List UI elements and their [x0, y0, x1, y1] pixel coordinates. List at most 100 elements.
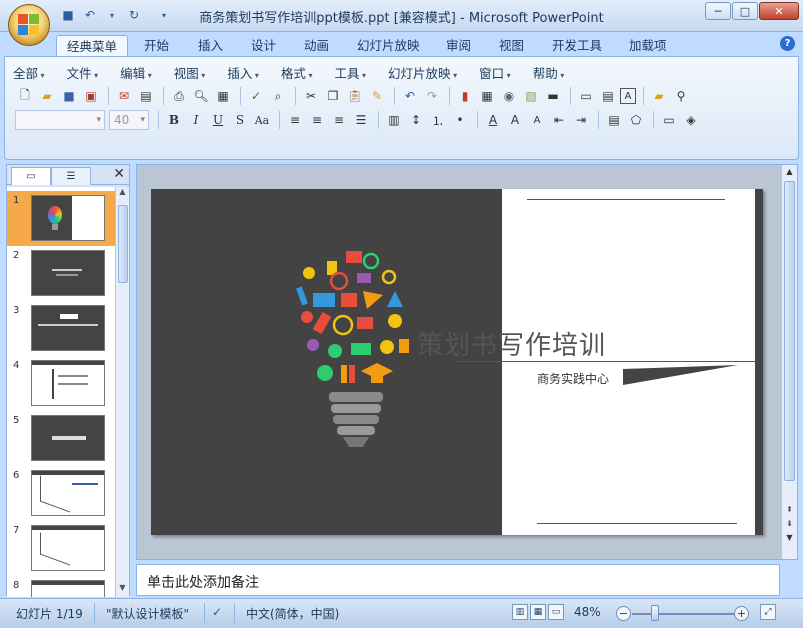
menu-edit[interactable]: 编辑: [120, 63, 152, 83]
decrease-indent-icon[interactable]: ⇤: [549, 110, 569, 130]
line-spacing-icon[interactable]: ↕: [406, 110, 426, 130]
insert-table-icon[interactable]: ▦: [477, 86, 497, 106]
tab-insert[interactable]: 插入: [188, 35, 233, 56]
clipart-icon[interactable]: ◉: [499, 86, 519, 106]
tab-slides[interactable]: ▭: [11, 167, 51, 185]
notes-pane[interactable]: 单击此处添加备注: [136, 564, 780, 596]
format-painter-icon[interactable]: ✎: [367, 86, 387, 106]
help-icon[interactable]: ?: [780, 36, 795, 51]
menu-all[interactable]: 全部: [13, 63, 45, 83]
menu-format[interactable]: 格式: [281, 63, 313, 83]
zoom-slider-thumb[interactable]: [651, 605, 659, 621]
picture-icon[interactable]: ▧: [521, 86, 541, 106]
email-icon[interactable]: ✉: [114, 86, 134, 106]
slide-subtitle[interactable]: 商务实践中心: [537, 370, 609, 387]
scroll-thumb[interactable]: [118, 205, 128, 283]
current-slide[interactable]: 策划书写作培训 商务实践中心: [151, 189, 763, 535]
tab-slideshow[interactable]: 幻灯片放映: [347, 35, 430, 56]
chart-icon[interactable]: ▮: [455, 86, 475, 106]
shapes-icon[interactable]: ⬠: [626, 110, 646, 130]
textbox-icon[interactable]: A: [620, 88, 636, 104]
slide-thumbnail[interactable]: [31, 195, 105, 241]
thumb-row[interactable]: 5: [7, 411, 115, 466]
align-center-icon[interactable]: ≡: [307, 110, 327, 130]
scroll-up-icon[interactable]: ▲: [782, 167, 797, 176]
slide-scrollbar[interactable]: ▲ ⇞ ⇟ ▼: [781, 165, 797, 559]
zoom-out-icon[interactable]: −: [616, 606, 631, 621]
tab-developer[interactable]: 开发工具: [542, 35, 612, 56]
menu-slideshow[interactable]: 幻灯片放映: [388, 63, 457, 83]
close-icon[interactable]: ✕: [113, 166, 125, 182]
shadow-icon[interactable]: S: [230, 110, 250, 130]
normal-view-icon[interactable]: ▥: [512, 604, 528, 620]
font-size-select[interactable]: 40: [109, 110, 149, 130]
thumb-row[interactable]: 6: [7, 466, 115, 521]
thumb-row[interactable]: 2: [7, 246, 115, 301]
arrange-icon[interactable]: ▭: [659, 110, 679, 130]
paste-icon[interactable]: 📋︎: [345, 86, 365, 106]
align-right-icon[interactable]: ≡: [329, 110, 349, 130]
scroll-thumb[interactable]: [784, 181, 795, 481]
scroll-down-icon[interactable]: ▼: [782, 533, 797, 542]
zoom-level[interactable]: 48%: [574, 605, 601, 619]
thumb-row[interactable]: 3: [7, 301, 115, 356]
zoom-slider-track[interactable]: [632, 613, 736, 615]
slide-thumbnail[interactable]: [31, 415, 105, 461]
grow-font-icon[interactable]: A: [505, 110, 525, 130]
slideshow-view-icon[interactable]: ▭: [548, 604, 564, 620]
justify-icon[interactable]: ☰: [351, 110, 371, 130]
menu-help[interactable]: 帮助: [533, 63, 565, 83]
menu-tools[interactable]: 工具: [334, 63, 366, 83]
spelling-icon[interactable]: ✓: [246, 86, 266, 106]
office-button[interactable]: [8, 4, 50, 46]
close-button[interactable]: ✕: [759, 2, 799, 20]
print-preview-icon[interactable]: ▤: [136, 86, 156, 106]
copy-icon[interactable]: ❐: [323, 86, 343, 106]
spelling-check-icon[interactable]: ✓: [212, 605, 222, 619]
open-icon[interactable]: ▰: [37, 86, 57, 106]
permission-icon[interactable]: ▣: [81, 86, 101, 106]
tab-addins[interactable]: 加载项: [619, 35, 677, 56]
tab-home[interactable]: 开始: [134, 35, 179, 56]
scroll-up-icon[interactable]: ▲: [116, 187, 129, 201]
columns-icon[interactable]: ▥: [384, 110, 404, 130]
language[interactable]: 中文(简体，中国): [246, 605, 339, 622]
save-icon[interactable]: ■: [59, 86, 79, 106]
font-name-select[interactable]: [15, 110, 105, 130]
new-slide-icon[interactable]: ▭: [576, 86, 596, 106]
thumbnails-scrollbar[interactable]: ▲ ▼: [115, 187, 129, 597]
slide-thumbnail[interactable]: [31, 360, 105, 406]
zoom-in-icon[interactable]: +: [734, 606, 749, 621]
tab-view[interactable]: 视图: [489, 35, 534, 56]
prev-slide-icon[interactable]: ⇞: [782, 505, 797, 514]
redo-icon[interactable]: ↷: [422, 86, 442, 106]
change-case-icon[interactable]: Aa: [252, 110, 272, 130]
undo-icon[interactable]: ↶: [400, 86, 420, 106]
color-icon[interactable]: ▬: [543, 86, 563, 106]
print-icon[interactable]: ⎙: [169, 86, 189, 106]
slide-thumbnail[interactable]: [31, 580, 105, 597]
layout-icon[interactable]: ▤: [598, 86, 618, 106]
slide-thumbnail[interactable]: [31, 305, 105, 351]
thumb-row[interactable]: 8: [7, 576, 115, 597]
thumb-row[interactable]: 1: [7, 191, 115, 246]
tab-outline[interactable]: ☰: [51, 167, 91, 185]
fit-to-window-icon[interactable]: ⤢: [760, 604, 776, 620]
font-color-icon[interactable]: A: [483, 110, 503, 130]
thumb-row[interactable]: 7: [7, 521, 115, 576]
scroll-down-icon[interactable]: ▼: [116, 583, 129, 597]
numbering-icon[interactable]: ⒈: [428, 110, 448, 130]
underline-icon[interactable]: U: [208, 110, 228, 130]
find-icon[interactable]: ⚲: [671, 86, 691, 106]
fill-icon[interactable]: ◈: [681, 110, 701, 130]
slide-thumbnail[interactable]: [31, 525, 105, 571]
tab-animation[interactable]: 动画: [294, 35, 339, 56]
menu-window[interactable]: 窗口: [479, 63, 511, 83]
bold-icon[interactable]: B: [164, 110, 184, 130]
tab-design[interactable]: 设计: [241, 35, 286, 56]
design-icon[interactable]: ▤: [604, 110, 624, 130]
tab-classic-menu[interactable]: 经典菜单: [56, 35, 129, 56]
align-left-icon[interactable]: ≡: [285, 110, 305, 130]
menu-insert[interactable]: 插入: [227, 63, 259, 83]
bullets-icon[interactable]: •: [450, 110, 470, 130]
